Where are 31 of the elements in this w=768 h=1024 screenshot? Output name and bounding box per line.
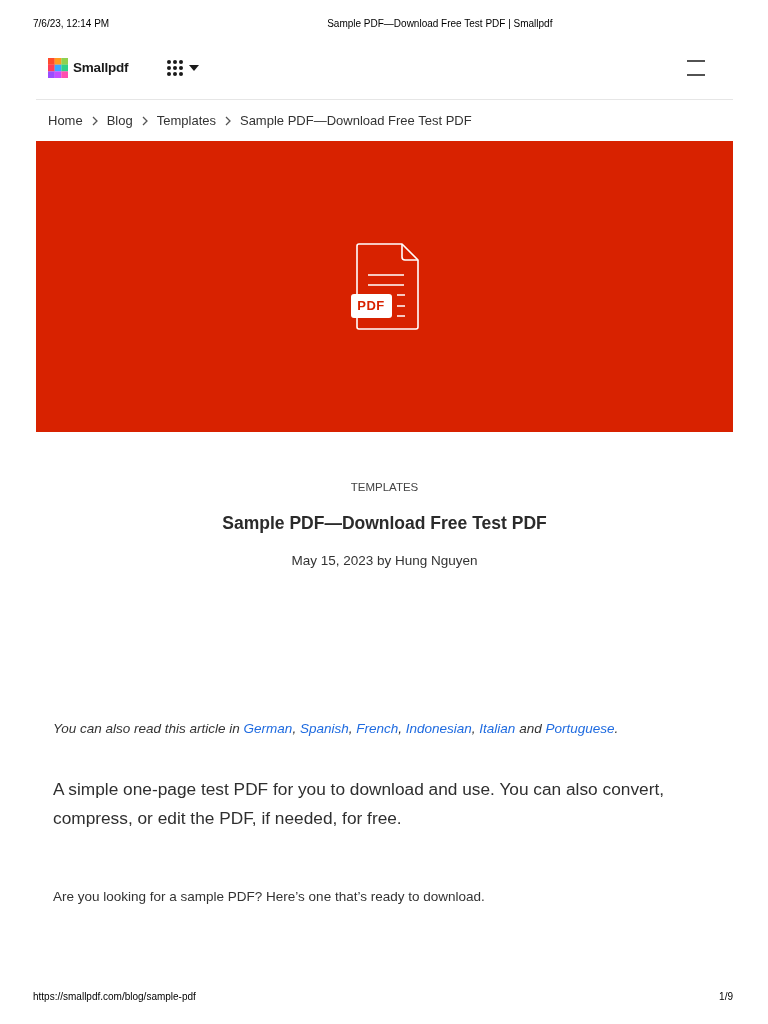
chevron-right-icon: [141, 115, 148, 126]
language-link[interactable]: Indonesian: [405, 721, 472, 736]
print-url: https://smallpdf.com/blog/sample-pdf: [33, 991, 196, 1003]
breadcrumb-link[interactable]: Blog: [106, 113, 133, 128]
menu-button[interactable]: [687, 59, 705, 76]
dot-grid-icon: [167, 59, 184, 76]
print-date: 7/6/23, 12:14 PM: [33, 18, 110, 31]
caret-down-icon: [189, 64, 200, 71]
article-category: TEMPLATES: [349, 480, 420, 495]
language-link[interactable]: Italian: [479, 721, 516, 736]
lead-paragraph: A simple one-page test PDF for you to download and use. You can also convert, compress, or edit the PDF, if needed, for free.: [53, 778, 665, 830]
language-link[interactable]: French: [356, 721, 399, 736]
chevron-right-icon: [224, 115, 231, 126]
breadcrumb-current-page: Sample PDF—Download Free Test PDF: [239, 113, 472, 128]
print-page-title: Sample PDF—Download Free Test PDF | Smallpdf: [327, 18, 553, 31]
language-link[interactable]: Spanish: [299, 721, 349, 736]
chevron-right-icon: [91, 115, 98, 126]
translation-note: You can also read this article in German, Spanish, French, Indonesian, Italian and Portuguese.: [53, 720, 620, 738]
apps-menu-button[interactable]: [167, 59, 200, 76]
breadcrumb-link[interactable]: Templates: [156, 113, 216, 128]
brand-name: Smallpdf: [73, 60, 129, 75]
document-icon: [355, 243, 419, 330]
language-link[interactable]: Portuguese: [545, 721, 615, 736]
logo-icon: [48, 57, 68, 78]
menu-icon: [687, 59, 705, 76]
pdf-label: PDF: [350, 294, 392, 318]
article-byline: May 15, 2023 by Hung Nguyen: [290, 552, 479, 570]
print-page-number: 1/9: [719, 991, 733, 1003]
breadcrumb-link[interactable]: Home: [48, 113, 83, 128]
article-title: Sample PDF—Download Free Test PDF: [221, 512, 548, 535]
body-paragraph: Are you looking for a sample PDF? Here’s one that’s ready to download.: [53, 888, 486, 906]
